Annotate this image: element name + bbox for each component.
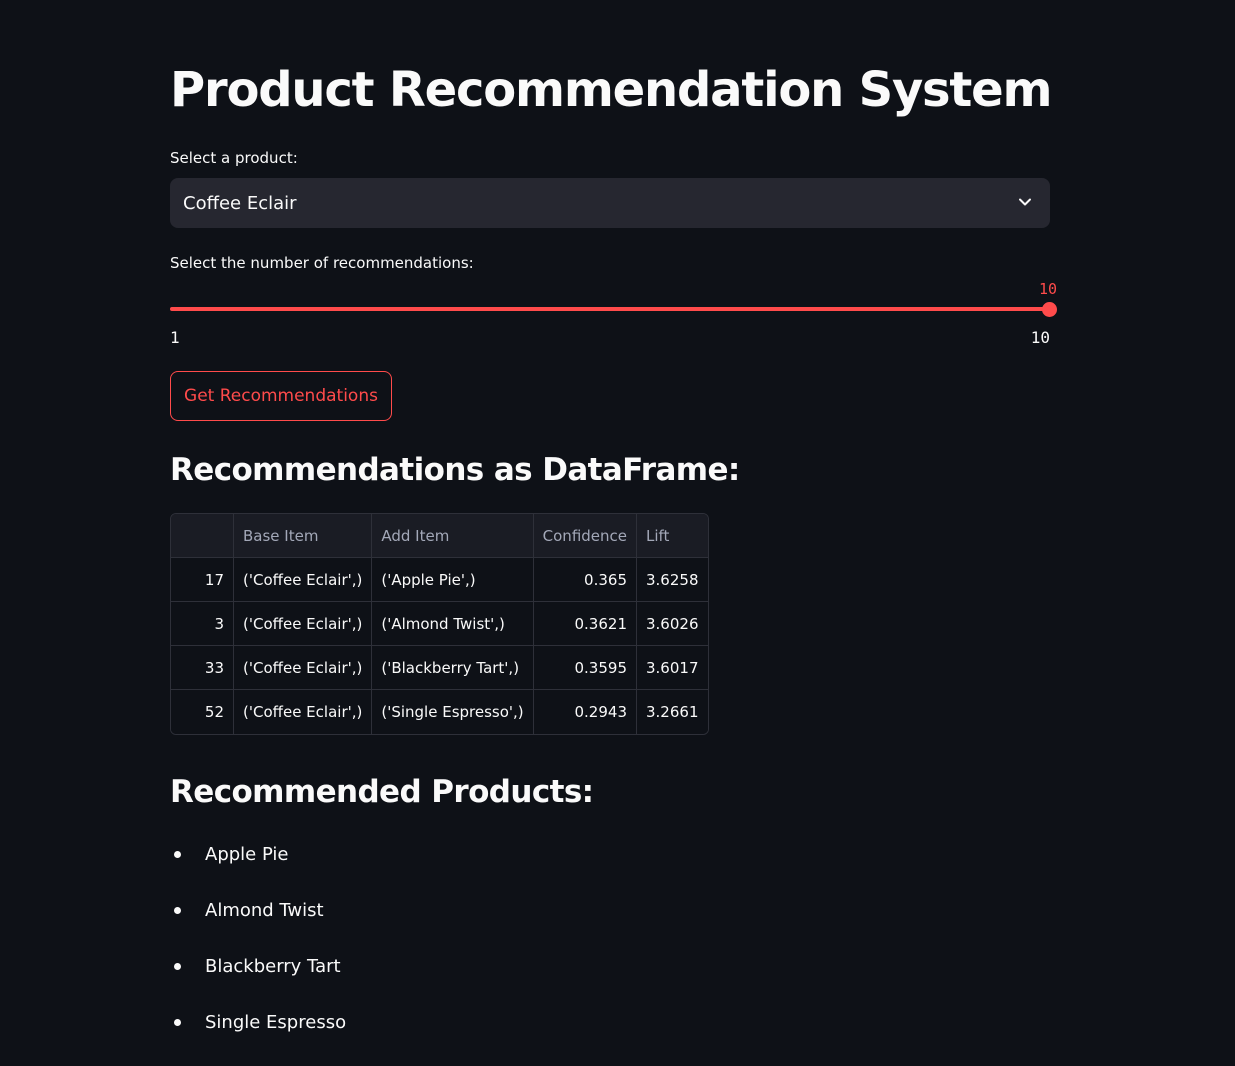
row-index: 33 <box>171 646 234 690</box>
cell-base-item[interactable]: ('Coffee Eclair',) <box>234 602 373 646</box>
bullet-icon <box>174 1019 181 1026</box>
slider-track[interactable] <box>170 307 1050 311</box>
cell-base-item[interactable]: ('Coffee Eclair',) <box>234 646 373 690</box>
row-index: 52 <box>171 690 234 734</box>
recommended-list: Apple Pie Almond Twist Blackberry Tart S… <box>170 838 346 1062</box>
bullet-icon <box>174 851 181 858</box>
cell-add-item[interactable]: ('Apple Pie',) <box>372 558 534 602</box>
table-row: 3 ('Coffee Eclair',) ('Almond Twist',) 0… <box>171 602 708 646</box>
recommended-heading: Recommended Products: <box>170 774 594 810</box>
slider-current-value: 10 <box>1038 280 1057 298</box>
list-item: Almond Twist <box>170 894 346 950</box>
bullet-icon <box>174 907 181 914</box>
table-row: 17 ('Coffee Eclair',) ('Apple Pie',) 0.3… <box>171 558 708 602</box>
cell-add-item[interactable]: ('Single Espresso',) <box>372 690 534 734</box>
row-index: 17 <box>171 558 234 602</box>
cell-confidence[interactable]: 0.2943 <box>533 690 637 734</box>
cell-confidence[interactable]: 0.365 <box>533 558 637 602</box>
dataframe-heading: Recommendations as DataFrame: <box>170 452 740 488</box>
cell-confidence[interactable]: 0.3595 <box>533 646 637 690</box>
count-slider[interactable]: 10 1 10 <box>170 280 1057 350</box>
column-header-lift[interactable]: Lift <box>637 514 708 558</box>
cell-lift[interactable]: 3.6258 <box>637 558 708 602</box>
page-title: Product Recommendation System <box>170 62 1053 118</box>
product-select-label: Select a product: <box>170 149 298 167</box>
cell-lift[interactable]: 3.2661 <box>637 690 708 734</box>
column-header-add-item[interactable]: Add Item <box>372 514 534 558</box>
row-index: 3 <box>171 602 234 646</box>
bullet-icon <box>174 963 181 970</box>
cell-confidence[interactable]: 0.3621 <box>533 602 637 646</box>
cell-add-item[interactable]: ('Almond Twist',) <box>372 602 534 646</box>
column-header-confidence[interactable]: Confidence <box>533 514 637 558</box>
list-item: Single Espresso <box>170 1006 346 1062</box>
table-row: 52 ('Coffee Eclair',) ('Single Espresso'… <box>171 690 708 734</box>
cell-lift[interactable]: 3.6026 <box>637 602 708 646</box>
product-select-value: Coffee Eclair <box>183 192 297 214</box>
list-item-label: Almond Twist <box>205 900 324 921</box>
chevron-down-icon <box>1019 198 1031 206</box>
table-header-row: Base Item Add Item Confidence Lift <box>171 514 708 558</box>
column-header-base-item[interactable]: Base Item <box>234 514 373 558</box>
cell-base-item[interactable]: ('Coffee Eclair',) <box>234 690 373 734</box>
recommendations-table[interactable]: Base Item Add Item Confidence Lift 17 ('… <box>170 513 709 735</box>
cell-lift[interactable]: 3.6017 <box>637 646 708 690</box>
list-item-label: Blackberry Tart <box>205 956 341 977</box>
cell-add-item[interactable]: ('Blackberry Tart',) <box>372 646 534 690</box>
count-slider-label: Select the number of recommendations: <box>170 254 474 272</box>
slider-max-label: 10 <box>1030 328 1050 347</box>
get-recommendations-button[interactable]: Get Recommendations <box>170 371 392 421</box>
slider-min-label: 1 <box>170 328 180 347</box>
list-item: Apple Pie <box>170 838 346 894</box>
list-item: Blackberry Tart <box>170 950 346 1006</box>
list-item-label: Single Espresso <box>205 1012 347 1033</box>
slider-thumb[interactable] <box>1042 302 1057 317</box>
table-row: 33 ('Coffee Eclair',) ('Blackberry Tart'… <box>171 646 708 690</box>
product-select[interactable]: Coffee Eclair <box>170 178 1050 228</box>
list-item-label: Apple Pie <box>205 844 289 865</box>
column-header-index[interactable] <box>171 514 234 558</box>
cell-base-item[interactable]: ('Coffee Eclair',) <box>234 558 373 602</box>
